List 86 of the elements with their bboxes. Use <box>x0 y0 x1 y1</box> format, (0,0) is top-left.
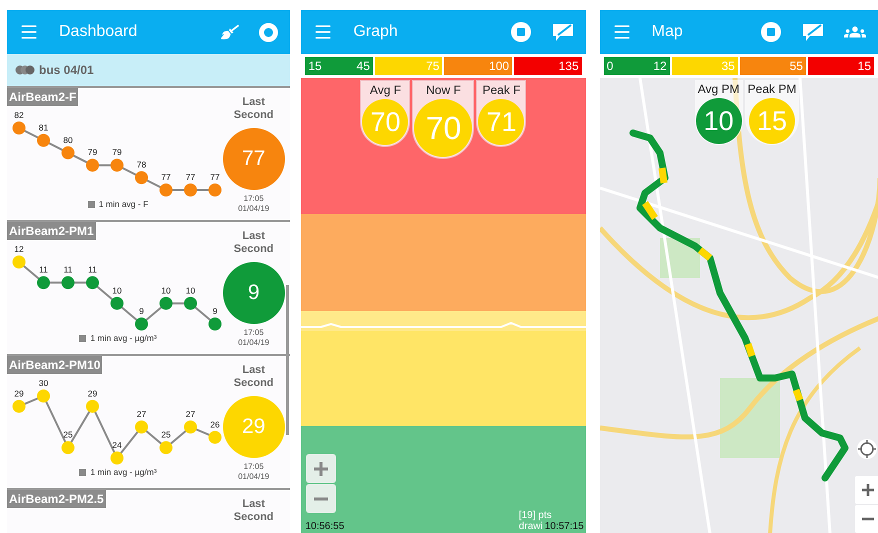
data-label: 30 <box>38 378 48 388</box>
data-label: 25 <box>161 430 171 440</box>
screen-title: Map <box>652 22 684 42</box>
last-second-label: Last Second <box>232 96 275 122</box>
screen-title: Graph <box>353 22 399 42</box>
data-label: 25 <box>63 430 73 440</box>
data-label: 79 <box>112 147 122 158</box>
zoom-in-button[interactable] <box>854 476 878 504</box>
plus-icon <box>313 460 330 476</box>
date-label: 01/04/19 <box>238 472 270 482</box>
minus-icon <box>860 517 875 521</box>
data-label: 26 <box>210 419 220 430</box>
badge-label: Peak F <box>481 82 522 99</box>
threshold-label: 35 <box>721 60 735 72</box>
chat-bubble-slash-icon[interactable] <box>552 22 574 42</box>
plus-icon <box>860 483 875 497</box>
badge-label: Peak PM <box>746 81 798 98</box>
data-label: 10 <box>161 285 171 296</box>
zoom-in-button[interactable] <box>306 454 336 483</box>
threshold-label: 45 <box>356 60 370 72</box>
data-label: 79 <box>88 147 98 158</box>
drawing-note: drawi <box>518 521 543 533</box>
badge-label: Avg F <box>368 82 402 99</box>
screen-title: Dashboard <box>59 22 138 42</box>
time-label: 17:05 <box>244 328 264 338</box>
threshold-label: 15 <box>858 60 872 72</box>
minus-icon <box>313 496 330 500</box>
data-label: 29 <box>88 388 98 398</box>
legend-label: 1 min avg - µg/m³ <box>90 466 157 479</box>
data-label: 10 <box>186 285 196 296</box>
legend-swatch-icon <box>88 200 95 208</box>
end-time-label: 10:57:15 <box>544 521 584 533</box>
threshold-label: 100 <box>489 60 510 72</box>
threshold-label: 12 <box>653 60 667 72</box>
data-label: 12 <box>14 244 24 254</box>
start-time-label: 10:56:55 <box>305 521 344 533</box>
badge-label: Avg PM <box>696 81 741 98</box>
threshold-label: 0 <box>606 60 614 72</box>
threshold-label: 135 <box>558 60 579 72</box>
data-label: 80 <box>63 134 73 145</box>
data-label: 77 <box>210 172 220 182</box>
time-label: 17:05 <box>244 462 264 472</box>
data-label: 27 <box>186 409 196 419</box>
legend-label: 1 min avg - µg/m³ <box>90 332 157 345</box>
date-label: 01/04/19 <box>238 204 270 214</box>
badge-label: Now F <box>425 82 462 99</box>
last-second-label: Last Second <box>232 498 275 524</box>
threshold-label: 15 <box>308 60 322 72</box>
points-count: [19] pts <box>518 510 552 521</box>
zoom-out-button[interactable] <box>306 484 336 513</box>
data-label: 81 <box>38 122 48 132</box>
data-label: 29 <box>14 388 24 398</box>
last-second-label: Last Second <box>232 364 275 390</box>
threshold-label: 75 <box>426 60 440 72</box>
legend-swatch-icon <box>79 468 86 476</box>
sensor-name: AirBeam2-F <box>7 88 78 106</box>
sensor-name: AirBeam2-PM10 <box>7 356 102 374</box>
data-label: 11 <box>39 264 48 275</box>
time-label: 17:05 <box>244 194 264 204</box>
data-label: 9 <box>212 306 218 316</box>
data-label: 11 <box>64 264 72 275</box>
legend-swatch-icon <box>79 334 86 342</box>
last-second-label: Last Second <box>232 230 275 256</box>
data-label: 78 <box>136 160 146 170</box>
chat-bubble-slash-icon[interactable] <box>802 22 824 42</box>
threshold-label: 55 <box>790 60 803 72</box>
data-label: 11 <box>88 264 97 275</box>
record-icon[interactable] <box>259 22 278 42</box>
data-label: 77 <box>186 172 196 182</box>
sensor-name: AirBeam2-PM1 <box>7 222 96 240</box>
data-label: 24 <box>112 440 122 450</box>
date-label: 01/04/19 <box>238 338 270 348</box>
data-label: 27 <box>136 409 146 419</box>
data-label: 9 <box>139 306 144 316</box>
session-name: bus 04/01 <box>39 62 94 79</box>
locate-icon[interactable] <box>856 438 878 460</box>
broom-icon[interactable] <box>221 23 240 41</box>
stop-icon[interactable] <box>760 21 782 43</box>
stop-icon[interactable] <box>510 21 532 43</box>
legend-label: 1 min avg - F <box>98 198 148 211</box>
data-label: 82 <box>14 110 24 120</box>
sensor-name: AirBeam2-PM2.5 <box>7 490 106 508</box>
zoom-out-button[interactable] <box>854 505 878 533</box>
dots-icon <box>15 65 35 75</box>
data-label: 10 <box>112 285 122 296</box>
data-label: 77 <box>161 172 171 182</box>
